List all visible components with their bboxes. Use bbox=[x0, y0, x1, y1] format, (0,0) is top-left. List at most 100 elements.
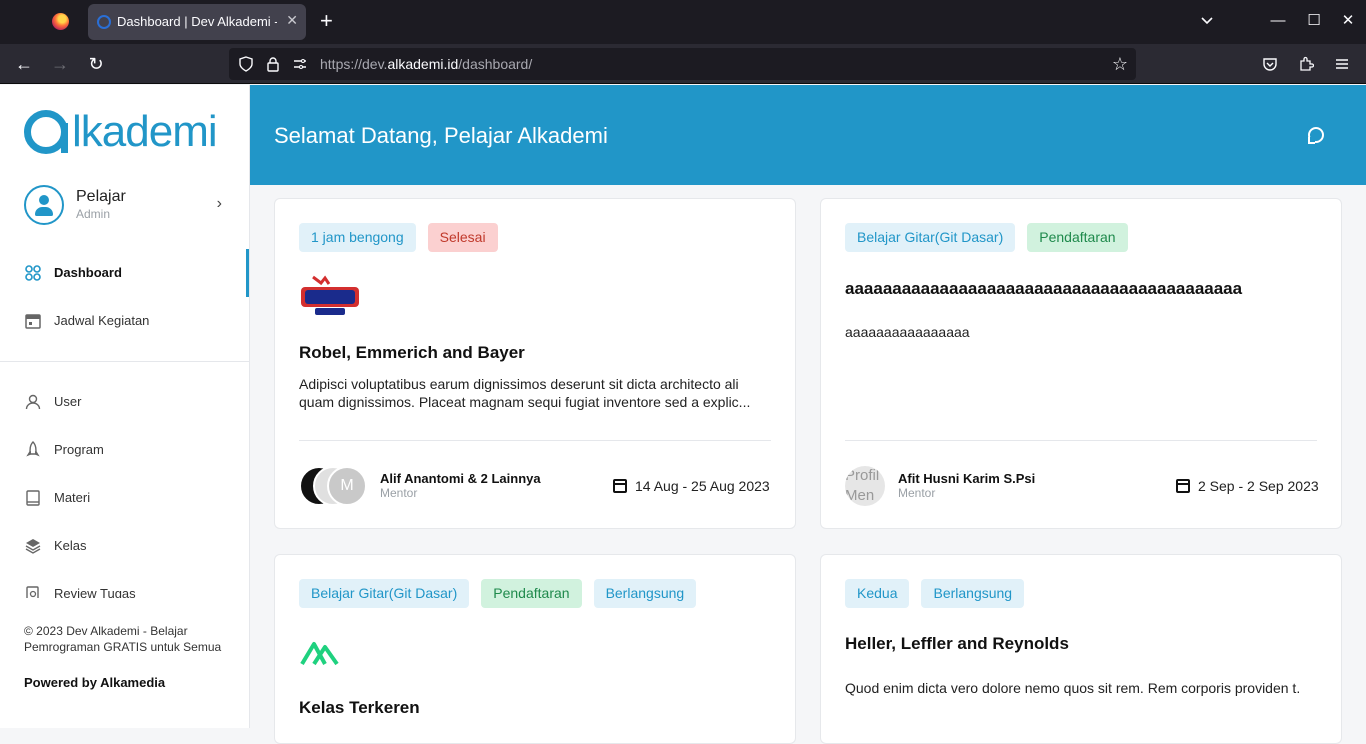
user-avatar-icon bbox=[24, 185, 64, 225]
maximize-icon[interactable]: ☐ bbox=[1306, 13, 1322, 29]
status-badge: Berlangsung bbox=[921, 579, 1025, 608]
sidebar-item-review-tugas[interactable]: Review Tugas bbox=[0, 570, 249, 598]
status-badge: Pendaftaran bbox=[1027, 223, 1128, 252]
mentor-name: Alif Anantomi & 2 Lainnya bbox=[380, 471, 541, 486]
url-bar[interactable]: https://dev.alkademi.id/dashboard/ ☆ bbox=[229, 48, 1136, 80]
close-window-icon[interactable]: ✕ bbox=[1340, 13, 1356, 29]
class-description: Adipisci voluptatibus earum dignissimos … bbox=[299, 376, 751, 410]
permissions-icon[interactable] bbox=[292, 56, 308, 72]
class-title[interactable]: Kelas Terkeren bbox=[299, 698, 420, 718]
sidebar-item-label: Materi bbox=[54, 490, 91, 505]
bookmark-star-icon[interactable]: ☆ bbox=[1112, 54, 1128, 75]
card-divider bbox=[299, 440, 771, 441]
extensions-icon[interactable] bbox=[1298, 56, 1314, 72]
chat-icon[interactable] bbox=[1308, 127, 1324, 144]
status-badge: Berlangsung bbox=[593, 579, 697, 608]
tab-close-icon[interactable]: ✕ bbox=[286, 12, 298, 29]
status-badge: Pendaftaran bbox=[481, 579, 582, 608]
class-title[interactable]: Heller, Leffler and Reynolds bbox=[845, 634, 1069, 654]
url-text[interactable]: https://dev.alkademi.id/dashboard/ bbox=[320, 56, 532, 72]
tab-favicon-icon bbox=[97, 15, 111, 29]
book-icon bbox=[26, 490, 40, 506]
alkademi-logo[interactable]: lkademi bbox=[24, 107, 218, 157]
mentor-name: Afit Husni Karim S.Psi bbox=[898, 471, 1036, 486]
calendar-check-icon bbox=[1176, 479, 1190, 493]
jong-kreatif-logo bbox=[301, 275, 359, 315]
page-title: Selamat Datang, Pelajar Alkademi bbox=[274, 123, 608, 148]
mentor-avatar-stack: M bbox=[299, 466, 367, 506]
sidebar-item-dashboard[interactable]: Dashboard bbox=[0, 249, 249, 297]
pocket-icon[interactable] bbox=[1262, 56, 1278, 72]
browser-tab[interactable]: Dashboard | Dev Alkademi - Bel ✕ bbox=[88, 4, 306, 40]
new-tab-icon[interactable]: + bbox=[320, 9, 333, 33]
class-card[interactable]: Kedua Berlangsung Heller, Leffler and Re… bbox=[820, 554, 1342, 744]
mentor-avatar: Profil Men bbox=[845, 466, 885, 506]
status-badge: Selesai bbox=[427, 223, 498, 252]
back-icon[interactable]: ← bbox=[14, 54, 34, 74]
lock-icon[interactable] bbox=[265, 56, 281, 72]
sidebar-item-materi[interactable]: Materi bbox=[0, 474, 249, 522]
class-card[interactable]: Belajar Gitar(Git Dasar) Pendaftaran Ber… bbox=[274, 554, 796, 744]
grid-icon bbox=[25, 265, 41, 281]
sidebar-footer-text: © 2023 Dev Alkademi - Belajar Pemrograma… bbox=[24, 624, 222, 654]
program-badge: 1 jam bengong bbox=[299, 223, 416, 252]
powered-by-link[interactable]: Powered by Alkamedia bbox=[24, 675, 165, 690]
sidebar: lkademi Pelajar Admin › Dashboard Jadwal… bbox=[0, 85, 250, 728]
rocket-icon bbox=[26, 441, 40, 457]
forward-icon[interactable]: → bbox=[50, 54, 70, 74]
class-date: 2 Sep - 2 Sep 2023 bbox=[1198, 478, 1319, 494]
browser-tab-bar: Dashboard | Dev Alkademi - Bel ✕ + — ☐ ✕ bbox=[0, 0, 1366, 44]
sidebar-item-kelas[interactable]: Kelas bbox=[0, 522, 249, 570]
user-icon bbox=[25, 394, 41, 410]
class-card[interactable]: 1 jam bengong Selesai Robel, Emmerich an… bbox=[274, 198, 796, 529]
minimize-icon[interactable]: — bbox=[1270, 13, 1286, 29]
sidebar-item-label: Jadwal Kegiatan bbox=[54, 313, 150, 328]
tab-title: Dashboard | Dev Alkademi - Bel bbox=[117, 14, 277, 29]
profile-name: Pelajar bbox=[76, 188, 126, 205]
chevron-right-icon[interactable]: › bbox=[217, 195, 222, 213]
program-badge: Belajar Gitar(Git Dasar) bbox=[845, 223, 1016, 252]
class-description: aaaaaaaaaaaaaaaa bbox=[845, 324, 970, 340]
calendar-check-icon bbox=[613, 479, 627, 493]
mentor-role: Mentor bbox=[380, 486, 418, 500]
browser-nav-bar: ← → ↻ https://dev.alkademi.id/dashboard/… bbox=[0, 44, 1366, 84]
program-logo-icon bbox=[300, 642, 339, 666]
logo-a-mark bbox=[24, 110, 68, 154]
badge-group: Kedua Berlangsung bbox=[845, 579, 1025, 608]
sidebar-item-label: Kelas bbox=[54, 538, 87, 553]
firefox-icon[interactable] bbox=[52, 13, 69, 30]
profile-role: Admin bbox=[76, 207, 111, 221]
card-divider bbox=[845, 440, 1317, 441]
class-card[interactable]: Belajar Gitar(Git Dasar) Pendaftaran aaa… bbox=[820, 198, 1342, 529]
sidebar-item-jadwal-kegiatan[interactable]: Jadwal Kegiatan bbox=[0, 297, 249, 345]
sidebar-item-label: Program bbox=[54, 442, 104, 457]
class-title[interactable]: Robel, Emmerich and Bayer bbox=[299, 343, 525, 363]
mentor-role: Mentor bbox=[898, 486, 936, 500]
layers-icon bbox=[25, 539, 41, 554]
profile-card[interactable]: Pelajar Admin › bbox=[24, 185, 230, 227]
badge-group: Belajar Gitar(Git Dasar) Pendaftaran bbox=[845, 223, 1128, 252]
program-badge: Belajar Gitar(Git Dasar) bbox=[299, 579, 470, 608]
menu-hamburger-icon[interactable] bbox=[1334, 56, 1350, 72]
sidebar-divider bbox=[0, 361, 249, 362]
shield-icon[interactable] bbox=[238, 56, 254, 72]
sidebar-item-program[interactable]: Program bbox=[0, 426, 249, 474]
avatar-letter: M bbox=[327, 466, 367, 506]
tab-list-chevron-icon[interactable] bbox=[1199, 12, 1215, 28]
class-title[interactable]: aaaaaaaaaaaaaaaaaaaaaaaaaaaaaaaaaaaaaaaa… bbox=[845, 279, 1242, 299]
class-description: Quod enim dicta vero dolore nemo quos si… bbox=[845, 680, 1301, 696]
avatar-alt-text: Profil Men bbox=[845, 467, 880, 504]
page-header: Selamat Datang, Pelajar Alkademi bbox=[250, 85, 1366, 185]
badge-group: Belajar Gitar(Git Dasar) Pendaftaran Ber… bbox=[299, 579, 697, 608]
reload-icon[interactable]: ↻ bbox=[86, 54, 106, 74]
logo-text: lkademi bbox=[72, 107, 218, 156]
class-date: 14 Aug - 25 Aug 2023 bbox=[635, 478, 770, 494]
sidebar-item-label: Dashboard bbox=[54, 265, 122, 280]
review-icon bbox=[26, 586, 39, 598]
calendar-icon bbox=[25, 314, 41, 329]
program-badge: Kedua bbox=[845, 579, 910, 608]
sidebar-item-user[interactable]: User bbox=[0, 378, 249, 426]
sidebar-item-label: User bbox=[54, 394, 82, 409]
badge-group: 1 jam bengong Selesai bbox=[299, 223, 498, 252]
sidebar-item-label: Review Tugas bbox=[54, 586, 136, 598]
